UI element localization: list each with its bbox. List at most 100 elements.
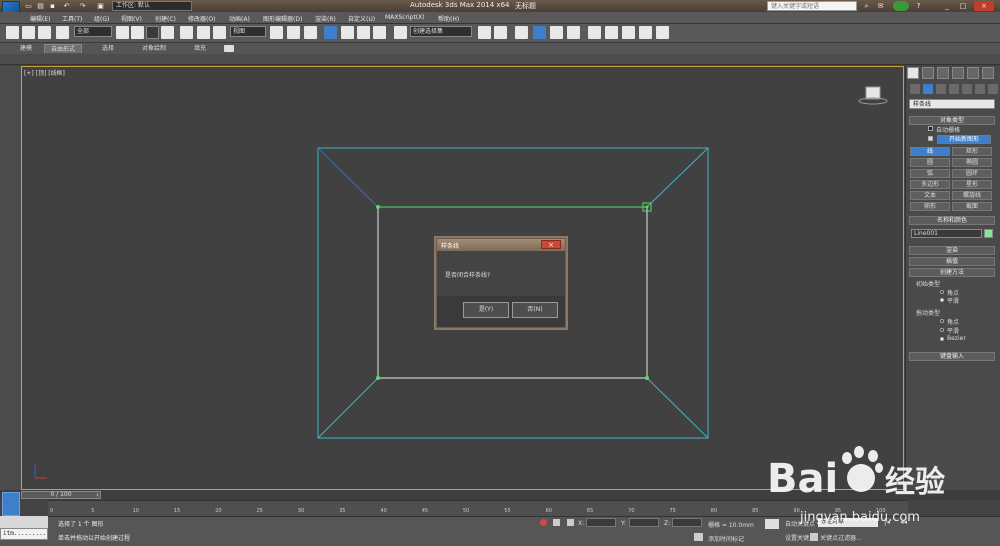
window-crossing-icon[interactable] — [161, 26, 174, 39]
menu-modifiers[interactable]: 修改器(O) — [188, 14, 215, 23]
open-file-icon[interactable]: ▤ — [36, 2, 45, 10]
maxscript-listener-input[interactable]: itm......... — [0, 528, 48, 540]
drag-bezier-radio[interactable] — [940, 337, 944, 341]
auto-grid-checkbox[interactable] — [928, 126, 933, 131]
no-button[interactable]: 否(N) — [512, 302, 558, 318]
initial-smooth-radio[interactable] — [940, 298, 944, 302]
material-editor-icon[interactable] — [588, 26, 601, 39]
creation-method-rollout[interactable]: 创建方法 — [909, 268, 995, 277]
schematic-view-icon[interactable] — [567, 26, 580, 39]
object-color-swatch[interactable] — [984, 229, 993, 238]
ellipse-button[interactable]: 椭圆 — [952, 158, 992, 167]
key-filters-button[interactable]: 关键点过滤器... — [820, 533, 862, 542]
unlink-icon[interactable] — [38, 26, 51, 39]
curve-editor-icon[interactable] — [550, 26, 563, 39]
menu-group[interactable]: 组(G) — [94, 14, 109, 23]
named-selection-set-select[interactable]: 创建选择集 — [410, 26, 472, 37]
layer-manager-icon[interactable] — [515, 26, 528, 39]
selection-filter-select[interactable]: 全部 — [74, 26, 112, 37]
mirror-icon[interactable] — [478, 26, 491, 39]
reference-coordinate-select[interactable]: 视图 — [230, 26, 266, 37]
menu-help[interactable]: 帮助(H) — [438, 14, 459, 23]
section-button[interactable]: 截面 — [952, 202, 992, 211]
arc-button[interactable]: 弧 — [910, 169, 950, 178]
render-cloud-icon[interactable] — [656, 26, 669, 39]
motion-tab-icon[interactable] — [952, 67, 964, 79]
next-frame-icon[interactable]: › — [96, 491, 104, 499]
object-name-input[interactable]: Line001 — [911, 229, 982, 238]
key-icon[interactable] — [765, 519, 779, 529]
shape-category-select[interactable]: 样条线 — [909, 99, 995, 109]
subscription-icon[interactable] — [893, 1, 909, 11]
isolate-icon[interactable] — [540, 519, 547, 526]
lights-icon[interactable] — [936, 84, 946, 94]
tab-populate[interactable]: 填充 — [188, 44, 212, 53]
menu-maxscript[interactable]: MAXScript(X) — [385, 14, 425, 21]
spline-vertex[interactable] — [376, 376, 380, 380]
text-button[interactable]: 文本 — [910, 191, 950, 200]
spline-vertex[interactable] — [376, 205, 380, 209]
select-object-icon[interactable] — [116, 26, 129, 39]
keyboard-entry-rollout[interactable]: 键盘输入 — [909, 352, 995, 361]
absolute-mode-icon[interactable] — [567, 519, 574, 526]
lock-selection-icon[interactable] — [553, 519, 560, 526]
menu-create[interactable]: 创建(C) — [155, 14, 176, 23]
z-coordinate-field[interactable] — [672, 518, 702, 527]
workspace-select[interactable]: 工作区: 默认 — [112, 1, 192, 11]
redo-icon[interactable]: ↷ — [78, 2, 87, 10]
render-setup-icon[interactable] — [605, 26, 618, 39]
help-icon[interactable]: ? — [914, 2, 923, 10]
scale-icon[interactable] — [213, 26, 226, 39]
ngon-button[interactable]: 多边形 — [910, 180, 950, 189]
interpolation-rollout[interactable]: 插值 — [909, 257, 995, 266]
rendering-rollout[interactable]: 渲染 — [909, 246, 995, 255]
rotate-icon[interactable] — [197, 26, 210, 39]
percent-snap-icon[interactable] — [357, 26, 370, 39]
utilities-tab-icon[interactable] — [982, 67, 994, 79]
viewcube-icon[interactable] — [858, 85, 888, 105]
render-production-icon[interactable] — [639, 26, 652, 39]
helix-button[interactable]: 螺旋线 — [952, 191, 992, 200]
rendered-frame-icon[interactable] — [622, 26, 635, 39]
select-manipulate-icon[interactable] — [287, 26, 300, 39]
angle-snap-icon[interactable] — [341, 26, 354, 39]
menu-tools[interactable]: 工具(T) — [62, 14, 82, 23]
tab-modeling[interactable]: 建模 — [14, 44, 38, 53]
create-tab-icon[interactable] — [907, 67, 919, 79]
menu-animation[interactable]: 动画(A) — [229, 14, 250, 23]
undo-icon[interactable]: ↶ — [62, 2, 71, 10]
menu-graph-editors[interactable]: 图形编辑器(D) — [263, 14, 302, 23]
spinner-snap-icon[interactable] — [373, 26, 386, 39]
key-filters-icon[interactable] — [810, 533, 818, 541]
menu-customize[interactable]: 自定义(U) — [348, 14, 375, 23]
line-button[interactable]: 线 — [910, 147, 950, 156]
maximize-button[interactable]: □ — [956, 1, 970, 11]
minimize-button[interactable]: _ — [940, 1, 954, 11]
time-tag-icon[interactable] — [694, 533, 703, 541]
y-coordinate-field[interactable] — [629, 518, 659, 527]
tab-selection[interactable]: 选择 — [96, 44, 120, 53]
name-color-rollout[interactable]: 名称和颜色 — [909, 216, 995, 225]
viewport-layout-icon[interactable] — [2, 492, 20, 516]
rectangular-selection-icon[interactable] — [146, 26, 159, 39]
x-coordinate-field[interactable] — [586, 518, 616, 527]
community-icon[interactable]: ✉ — [876, 2, 885, 10]
hierarchy-tab-icon[interactable] — [937, 67, 949, 79]
drag-corner-radio[interactable] — [940, 319, 944, 323]
space-warps-icon[interactable] — [975, 84, 985, 94]
search-input[interactable] — [767, 1, 857, 11]
geometry-icon[interactable] — [910, 84, 920, 94]
edit-named-selection-icon[interactable] — [394, 26, 407, 39]
move-icon[interactable] — [180, 26, 193, 39]
keyboard-shortcut-icon[interactable] — [304, 26, 317, 39]
cameras-icon[interactable] — [949, 84, 959, 94]
dialog-close-button[interactable]: × — [541, 240, 561, 249]
graphite-ribbon-icon[interactable] — [533, 26, 546, 39]
bind-space-warp-icon[interactable] — [56, 26, 69, 39]
select-by-name-icon[interactable] — [131, 26, 144, 39]
undo-toolbar-icon[interactable] — [6, 26, 19, 39]
align-icon[interactable] — [494, 26, 507, 39]
drag-smooth-radio[interactable] — [940, 328, 944, 332]
rectangle-button[interactable]: 矩形 — [952, 147, 992, 156]
time-slider[interactable]: 0 / 100 — [21, 491, 101, 499]
